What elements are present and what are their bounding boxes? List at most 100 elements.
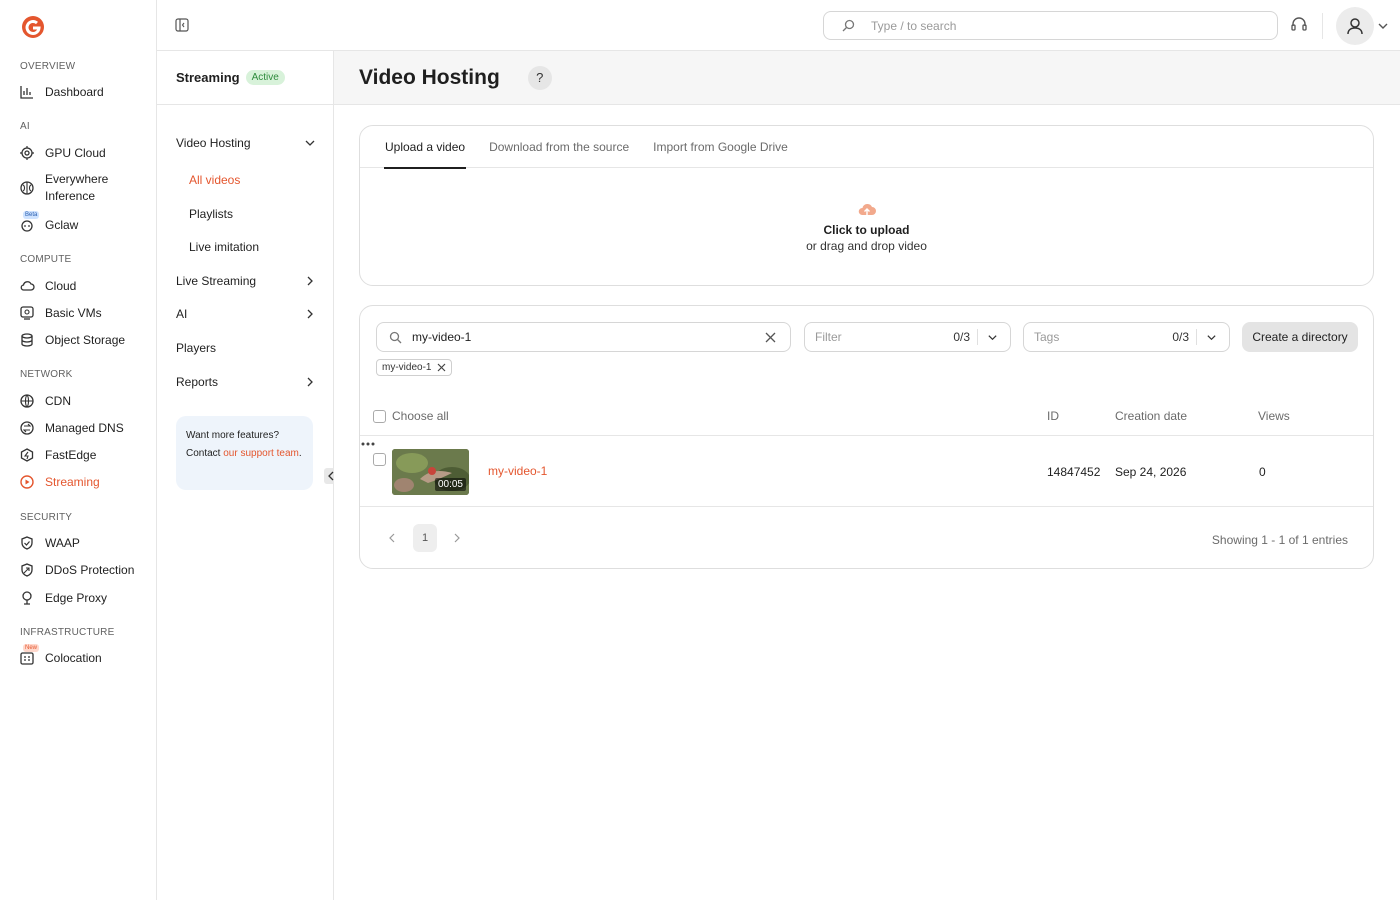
subnav-label: Playlists [189, 207, 234, 221]
subnav-item-playlists[interactable]: Playlists [189, 203, 309, 225]
choose-all-checkbox[interactable] [373, 410, 386, 423]
upload-subtitle: or drag and drop video [806, 239, 927, 253]
global-search-input[interactable]: Type / to search [823, 11, 1278, 40]
nav-item-managed-dns[interactable]: Managed DNS [19, 417, 124, 439]
chart-icon [19, 84, 35, 100]
nav-item-cdn[interactable]: CDN [19, 390, 71, 412]
upload-dropzone[interactable]: Click to upload or drag and drop video [360, 169, 1373, 285]
nav-item-streaming[interactable]: Streaming [19, 471, 100, 493]
logo-icon[interactable] [20, 14, 46, 40]
close-icon[interactable] [437, 363, 446, 372]
video-thumbnail[interactable]: 00:05 [392, 449, 469, 495]
dns-icon [19, 420, 35, 436]
support-link[interactable]: our support team [223, 448, 299, 459]
new-badge: New [23, 644, 40, 652]
nav-item-colocation[interactable]: New Colocation [19, 644, 102, 669]
nav-item-fastedge[interactable]: FastEdge [19, 444, 96, 466]
nav-label: Everywhere Inference [45, 172, 109, 203]
next-page-button[interactable] [445, 524, 469, 552]
nav-item-basic-vms[interactable]: Basic VMs [19, 302, 102, 324]
nav-item-dashboard[interactable]: Dashboard [19, 81, 104, 103]
filter-dropdown[interactable]: Filter 0/3 [804, 322, 1011, 352]
streaming-icon [19, 474, 35, 490]
page-button-current[interactable]: 1 [413, 524, 437, 552]
globe-icon [19, 393, 35, 409]
nav-label: WAAP [45, 536, 80, 550]
nav-item-ddos-protection[interactable]: DDoS Protection [19, 559, 134, 581]
video-name-link[interactable]: my-video-1 [488, 464, 547, 478]
subnav-label: Reports [176, 375, 219, 389]
upload-card: Upload a video Download from the source … [359, 125, 1374, 286]
subnav-item-ai[interactable]: AI [176, 303, 316, 325]
user-avatar[interactable] [1336, 7, 1374, 45]
chevron-right-icon [307, 309, 313, 319]
cloud-icon [19, 278, 35, 294]
nav-label: Colocation [45, 651, 102, 665]
upload-title: Click to upload [823, 223, 910, 237]
page-title: Video Hosting [359, 65, 500, 89]
more-options-icon[interactable] [360, 437, 376, 451]
nav-section-security: SECURITY [20, 512, 73, 523]
nav-item-object-storage[interactable]: Object Storage [19, 329, 125, 351]
nav-item-waap[interactable]: WAAP [19, 532, 80, 554]
video-list-card: my-video-1 Filter 0/3 Tags 0/3 Create a … [359, 305, 1374, 569]
help-button[interactable]: ? [527, 65, 552, 90]
filter-count: 0/3 [953, 330, 970, 344]
headset-icon[interactable] [1290, 16, 1308, 34]
nav-item-everywhere-inference[interactable]: Everywhere Inference [19, 170, 125, 206]
tab-download-source[interactable]: Download from the source [488, 126, 630, 168]
choose-all-label: Choose all [392, 409, 449, 423]
video-search-input[interactable]: my-video-1 [376, 322, 791, 352]
chevron-right-icon [454, 533, 460, 543]
column-header-views[interactable]: Views [1258, 409, 1290, 423]
table-row[interactable]: 00:05 my-video-1 14847452 Sep 24, 2026 0 [360, 437, 1373, 507]
promo-text: Want more features? [186, 430, 280, 441]
subnav-item-reports[interactable]: Reports [176, 371, 316, 393]
sidebar-toggle-icon[interactable] [175, 18, 189, 32]
nav-item-gpu-cloud[interactable]: GPU Cloud [19, 142, 106, 164]
nav-label: GPU Cloud [45, 146, 106, 160]
video-creation-date: Sep 24, 2026 [1115, 465, 1187, 479]
subnav-label: Players [176, 341, 217, 355]
subnav-item-live-streaming[interactable]: Live Streaming [176, 270, 316, 292]
fastedge-icon [19, 447, 35, 463]
subnav-item-video-hosting[interactable]: Video Hosting [176, 132, 316, 154]
nav-item-edge-proxy[interactable]: Edge Proxy [19, 587, 107, 609]
entries-count: Showing 1 - 1 of 1 entries [1211, 533, 1348, 547]
chevron-down-icon[interactable] [1377, 20, 1389, 32]
nav-label: CDN [45, 394, 71, 408]
robot-icon: Beta [19, 211, 40, 233]
database-icon [19, 332, 35, 348]
row-checkbox[interactable] [373, 453, 386, 466]
subnav-title: Streaming [176, 70, 240, 85]
subnav-item-players[interactable]: Players [176, 337, 316, 359]
tab-import-google-drive[interactable]: Import from Google Drive [652, 126, 789, 168]
column-header-creation-date[interactable]: Creation date [1115, 409, 1187, 423]
nav-label: Cloud [45, 279, 77, 293]
subnav-label: Live Streaming [176, 274, 257, 288]
subnav-label: AI [176, 307, 188, 321]
brain-icon [19, 180, 35, 196]
left-navigation: OVERVIEW Dashboard AI GPU Cloud Everywhe… [0, 0, 157, 900]
search-icon [389, 331, 402, 343]
vm-icon [19, 305, 35, 321]
promo-contact: Contact [186, 448, 224, 459]
nav-item-cloud[interactable]: Cloud [19, 275, 76, 297]
search-placeholder: Type / to search [871, 18, 957, 33]
tab-upload-video[interactable]: Upload a video [384, 126, 467, 169]
nav-item-gclaw[interactable]: Beta Gclaw [19, 211, 79, 236]
create-directory-button[interactable]: Create a directory [1242, 322, 1358, 352]
nav-label: Basic VMs [45, 306, 102, 320]
subnav-item-all-videos[interactable]: All videos [189, 169, 309, 191]
subnav-label: Live imitation [189, 240, 260, 254]
nav-label: Gclaw [45, 218, 79, 232]
subnav-item-live-imitation[interactable]: Live imitation [189, 236, 309, 258]
video-views: 0 [1259, 465, 1266, 479]
chevron-down-icon [305, 140, 315, 146]
nav-label: DDoS Protection [45, 563, 135, 577]
prev-page-button[interactable] [380, 524, 404, 552]
column-header-id[interactable]: ID [1047, 409, 1059, 423]
tags-dropdown[interactable]: Tags 0/3 [1023, 322, 1230, 352]
clear-icon[interactable] [765, 332, 776, 343]
streaming-subnav: Streaming Active Video Hosting All video… [157, 51, 338, 900]
